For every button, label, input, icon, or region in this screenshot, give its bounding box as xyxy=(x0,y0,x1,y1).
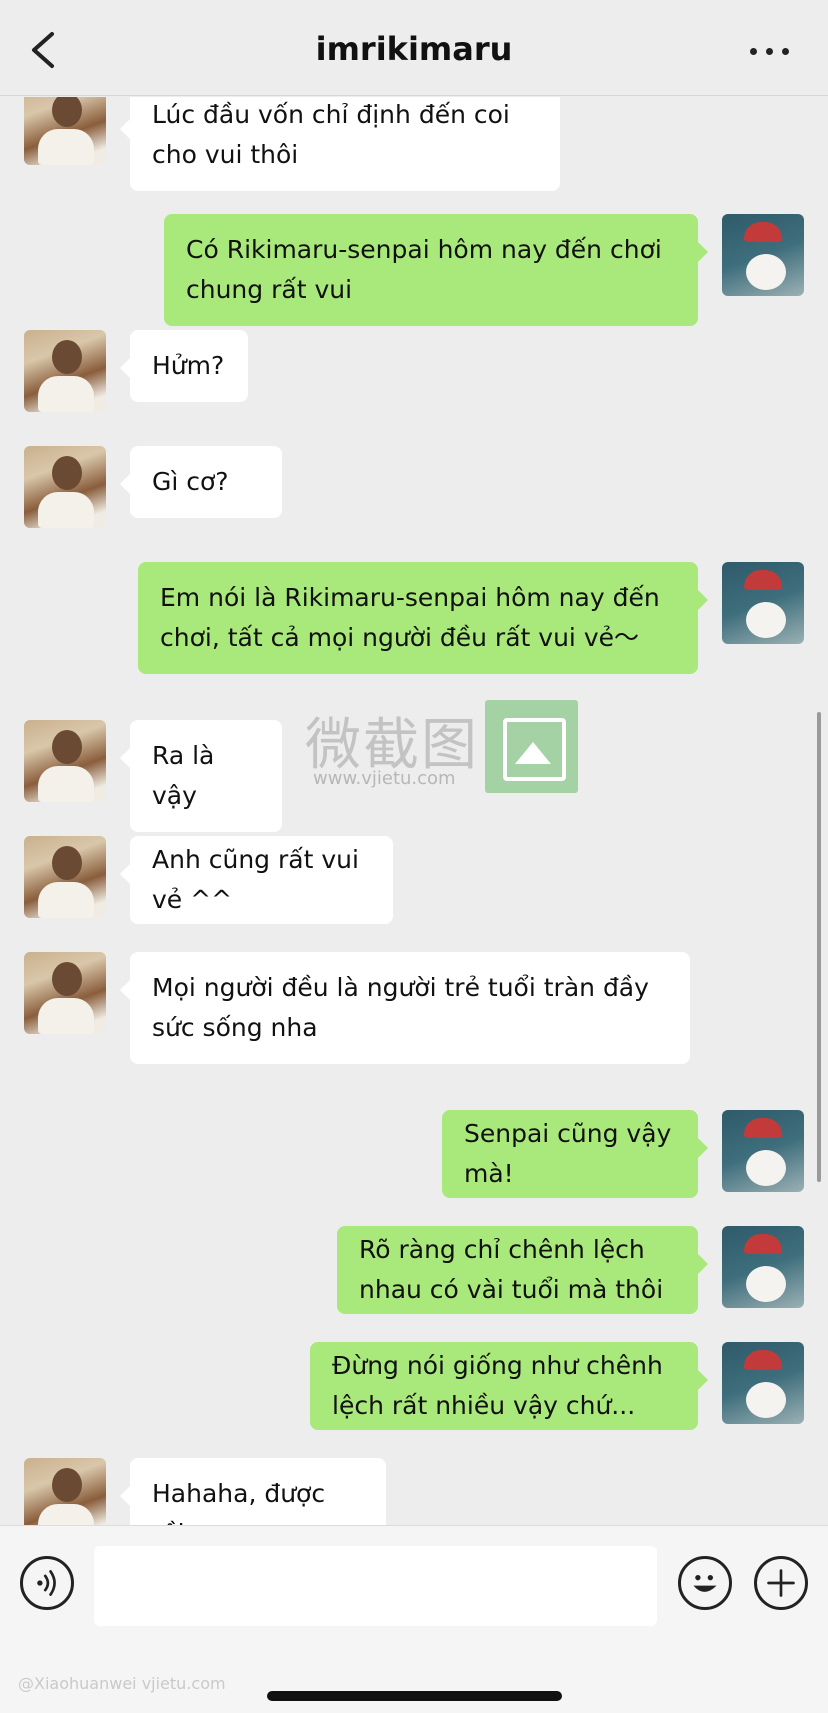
message-bubble[interactable]: Ra là vậy xyxy=(120,720,282,832)
avatar[interactable] xyxy=(24,1458,106,1525)
message-bubble[interactable]: Gì cơ? xyxy=(120,446,282,518)
message-bubble[interactable]: Lúc đầu vốn chỉ định đến coi cho vui thô… xyxy=(120,97,560,191)
message-bubble[interactable]: Mọi người đều là người trẻ tuổi tràn đầy… xyxy=(120,952,690,1064)
watermark-logo-icon xyxy=(485,700,578,793)
message-bubble[interactable]: Hửm? xyxy=(120,330,248,402)
input-bar: @Xiaohuanwei vjietu.com xyxy=(0,1525,828,1713)
plus-icon[interactable] xyxy=(754,1556,808,1610)
message-bubble[interactable]: Anh cũng rất vui vẻ ^^ xyxy=(120,836,393,924)
message-input[interactable] xyxy=(94,1546,657,1626)
message-bubble[interactable]: Senpai cũng vậy mà! xyxy=(442,1110,708,1198)
avatar[interactable] xyxy=(722,214,804,296)
message-bubble[interactable]: Em nói là Rikimaru-senpai hôm nay đến ch… xyxy=(138,562,708,674)
voice-icon[interactable] xyxy=(20,1556,74,1610)
chat-header: imrikimaru xyxy=(0,0,828,96)
watermark-url: www.vjietu.com xyxy=(313,768,456,789)
footer-watermark: @Xiaohuanwei vjietu.com xyxy=(18,1674,226,1693)
avatar[interactable] xyxy=(24,97,106,165)
message-bubble[interactable]: Rõ ràng chỉ chênh lệch nhau có vài tuổi … xyxy=(337,1226,708,1314)
watermark: 微截图 www.vjietu.com xyxy=(305,700,580,795)
avatar[interactable] xyxy=(722,562,804,644)
avatar[interactable] xyxy=(24,836,106,918)
avatar[interactable] xyxy=(24,952,106,1034)
more-dots-icon[interactable] xyxy=(750,48,790,56)
avatar[interactable] xyxy=(24,720,106,802)
avatar[interactable] xyxy=(722,1110,804,1192)
emoji-icon[interactable] xyxy=(678,1556,732,1610)
message-bubble[interactable]: Có Rikimaru-senpai hôm nay đến chơi chun… xyxy=(164,214,708,326)
message-list[interactable]: Lúc đầu vốn chỉ định đến coi cho vui thô… xyxy=(0,97,828,1525)
avatar[interactable] xyxy=(24,446,106,528)
message-bubble[interactable]: Đừng nói giống như chênh lệch rất nhiều … xyxy=(310,1342,708,1430)
home-indicator[interactable] xyxy=(267,1691,562,1701)
scrollbar[interactable] xyxy=(817,712,821,1182)
message-bubble[interactable]: Hahaha, được rồi xyxy=(120,1458,386,1525)
avatar[interactable] xyxy=(24,330,106,412)
avatar[interactable] xyxy=(722,1342,804,1424)
chat-title: imrikimaru xyxy=(315,30,513,68)
avatar[interactable] xyxy=(722,1226,804,1308)
